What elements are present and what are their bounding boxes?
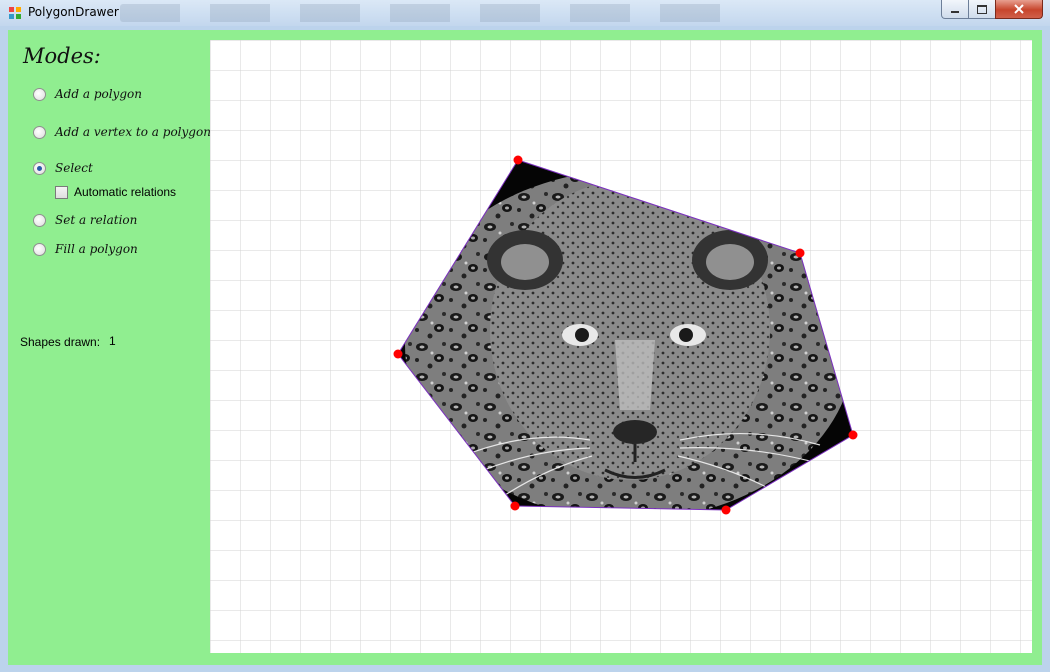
minimize-button[interactable]	[941, 0, 969, 19]
modes-heading: Modes:	[23, 44, 101, 68]
mode-select-radio[interactable]	[33, 161, 46, 175]
polygon-vertex[interactable]	[795, 248, 805, 258]
mode-add-vertex-label: Add a vertex to a polygon	[55, 125, 211, 139]
mode-add-vertex-radio[interactable]	[33, 125, 46, 139]
background-toolbar-ghost	[120, 4, 730, 22]
mode-set-relation-label: Set a relation	[55, 213, 138, 227]
mode-select-label: Select	[55, 161, 93, 175]
window-title: PolygonDrawer	[28, 5, 119, 19]
mode-add-polygon-label: Add a polygon	[55, 87, 142, 101]
minimize-icon	[951, 11, 959, 13]
close-button[interactable]	[995, 0, 1043, 19]
shapes-drawn-label: Shapes drawn:	[20, 335, 101, 349]
polygon-vertex[interactable]	[721, 505, 731, 515]
mode-set-relation-radio[interactable]	[33, 213, 46, 227]
app-icon	[9, 7, 21, 19]
mode-fill-polygon-option[interactable]: Fill a polygon	[33, 242, 138, 256]
mode-add-polygon-radio[interactable]	[33, 87, 46, 101]
maximize-icon	[977, 4, 987, 14]
mode-add-polygon-option[interactable]: Add a polygon	[33, 87, 142, 101]
drawing-canvas[interactable]	[210, 40, 1032, 653]
maximize-button[interactable]	[968, 0, 996, 19]
main-panel: Modes: Add a polygon Add a vertex to a p…	[8, 30, 1042, 665]
app-window: PolygonDrawer Modes: Add a polygon Add a…	[0, 0, 1050, 672]
automatic-relations-label: Automatic relations	[74, 185, 177, 199]
close-icon	[1014, 4, 1024, 14]
shapes-drawn-count: 1	[109, 334, 116, 348]
polygon-vertex[interactable]	[848, 430, 858, 440]
mode-fill-polygon-label: Fill a polygon	[55, 242, 138, 256]
mode-select-option[interactable]: Select	[33, 161, 93, 175]
automatic-relations-checkbox[interactable]	[55, 185, 68, 199]
polygon-vertex[interactable]	[510, 501, 520, 511]
mode-add-vertex-option[interactable]: Add a vertex to a polygon	[33, 125, 211, 139]
mode-fill-polygon-radio[interactable]	[33, 242, 46, 256]
mode-set-relation-option[interactable]: Set a relation	[33, 213, 137, 227]
automatic-relations-option[interactable]: Automatic relations	[55, 185, 176, 199]
title-bar[interactable]: PolygonDrawer	[0, 0, 1050, 26]
polygon-vertex[interactable]	[393, 349, 403, 359]
canvas-svg[interactable]	[210, 40, 1032, 653]
polygon-vertex[interactable]	[513, 155, 523, 165]
